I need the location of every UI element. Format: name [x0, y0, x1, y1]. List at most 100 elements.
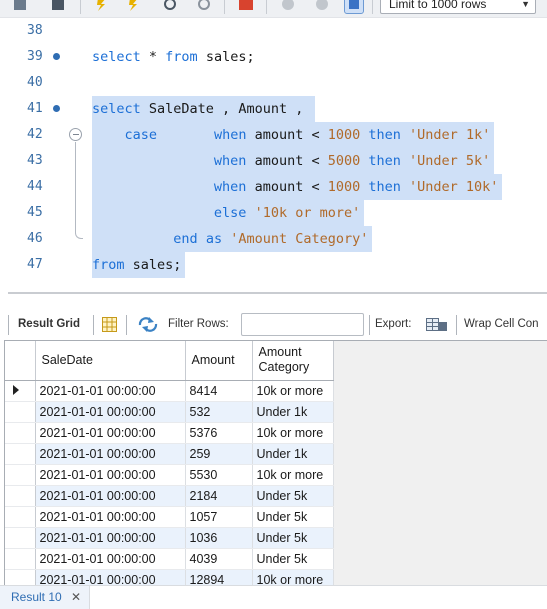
filter-rows-input[interactable] — [241, 313, 364, 336]
sql-editor[interactable]: 38 39 select * from sales; 40 41 select SaleD… — [0, 18, 547, 286]
row-marker[interactable] — [5, 464, 36, 486]
cell-amount-category[interactable]: Under 5k — [252, 485, 334, 507]
grid-view-icon[interactable] — [102, 317, 117, 332]
cell-amount[interactable]: 1057 — [185, 506, 253, 528]
explain-icon[interactable] — [160, 0, 180, 14]
result-grid-button[interactable]: Result Grid — [18, 318, 80, 330]
result-grid[interactable]: SaleDate Amount Amount Category 2021-01-… — [4, 340, 547, 585]
table-row[interactable]: 2021-01-01 00:00:00 1036 Under 5k — [5, 527, 334, 549]
cell-amount-category[interactable]: Under 1k — [252, 401, 334, 423]
cell-saledate[interactable]: 2021-01-01 00:00:00 — [35, 422, 186, 444]
panel-splitter[interactable] — [0, 286, 547, 306]
chevron-down-icon: ▼ — [521, 0, 530, 9]
cell-amount-category[interactable]: Under 1k — [252, 443, 334, 465]
filter-rows-label: Filter Rows: — [168, 318, 229, 330]
code-token: else — [213, 205, 247, 221]
editor-line[interactable]: 43 when amount < 5000 then 'Under 5k' — [0, 148, 547, 174]
cell-amount-category[interactable]: 10k or more — [252, 569, 334, 585]
code-token: amount < — [246, 179, 328, 195]
commit-icon[interactable] — [278, 0, 298, 14]
cell-saledate[interactable]: 2021-01-01 00:00:00 — [35, 401, 186, 423]
cell-amount-category[interactable]: 10k or more — [252, 422, 334, 444]
cell-amount[interactable]: 5530 — [185, 464, 253, 486]
table-row[interactable]: 2021-01-01 00:00:00 4039 Under 5k — [5, 548, 334, 570]
code-token: end — [173, 231, 198, 247]
cell-amount-category[interactable]: 10k or more — [252, 380, 334, 402]
row-marker[interactable] — [5, 422, 36, 444]
cell-saledate[interactable]: 2021-01-01 00:00:00 — [35, 380, 186, 402]
result-tab[interactable]: Result 10 ✕ — [0, 586, 91, 609]
autocommit-icon[interactable] — [344, 0, 364, 14]
editor-line[interactable]: 39 select * from sales; — [0, 44, 547, 70]
table-row[interactable]: 2021-01-01 00:00:00 259 Under 1k — [5, 443, 334, 465]
close-icon[interactable]: ✕ — [71, 590, 81, 604]
row-marker[interactable] — [5, 527, 36, 549]
editor-line[interactable]: 45 else '10k or more' — [0, 200, 547, 226]
execute-current-icon[interactable] — [124, 0, 144, 14]
cell-saledate[interactable]: 2021-01-01 00:00:00 — [35, 548, 186, 570]
cell-saledate[interactable]: 2021-01-01 00:00:00 — [35, 443, 186, 465]
line-number: 46 — [27, 231, 43, 246]
export-label: Export: — [375, 318, 412, 330]
cell-saledate[interactable]: 2021-01-01 00:00:00 — [35, 485, 186, 507]
row-marker[interactable] — [5, 569, 36, 585]
export-icon[interactable] — [426, 317, 448, 332]
cell-amount-category[interactable]: Under 5k — [252, 506, 334, 528]
row-marker[interactable] — [5, 401, 36, 423]
cell-amount[interactable]: 4039 — [185, 548, 253, 570]
table-row[interactable]: 2021-01-01 00:00:00 2184 Under 5k — [5, 485, 334, 507]
editor-line[interactable]: 46 end as 'Amount Category' — [0, 226, 547, 252]
cell-amount-category[interactable]: 10k or more — [252, 464, 334, 486]
statement-marker-icon — [53, 105, 60, 112]
stop-icon[interactable] — [194, 0, 214, 14]
code-text: end as 'Amount Category' — [92, 226, 373, 252]
cell-amount[interactable]: 1036 — [185, 527, 253, 549]
rollback-icon[interactable] — [312, 0, 332, 14]
cell-amount[interactable]: 259 — [185, 443, 253, 465]
stop-on-error-icon[interactable] — [236, 0, 256, 14]
result-toolbar: Result Grid Filter Rows: Export: Wrap Ce… — [0, 310, 547, 340]
save-icon[interactable] — [48, 0, 68, 14]
row-marker[interactable] — [5, 485, 36, 507]
row-marker[interactable] — [5, 443, 36, 465]
cell-saledate[interactable]: 2021-01-01 00:00:00 — [35, 569, 186, 585]
row-marker[interactable] — [5, 506, 36, 528]
editor-line[interactable]: 42 case when amount < 1000 then 'Under 1… — [0, 122, 547, 148]
column-header-amount[interactable]: Amount — [185, 341, 253, 381]
cell-amount[interactable]: 8414 — [185, 380, 253, 402]
table-row[interactable]: 2021-01-01 00:00:00 12894 10k or more — [5, 569, 334, 585]
code-text: case when amount < 1000 then 'Under 1k' — [92, 122, 495, 148]
row-limit-select[interactable]: Limit to 1000 rows ▼ — [380, 0, 536, 14]
row-marker[interactable] — [5, 380, 36, 402]
execute-icon[interactable] — [92, 0, 112, 14]
new-tab-icon[interactable] — [10, 0, 30, 14]
cell-amount[interactable]: 532 — [185, 401, 253, 423]
editor-line[interactable]: 41 select SaleDate , Amount , — [0, 96, 547, 122]
cell-amount[interactable]: 12894 — [185, 569, 253, 585]
cell-saledate[interactable]: 2021-01-01 00:00:00 — [35, 464, 186, 486]
table-row[interactable]: 2021-01-01 00:00:00 8414 10k or more — [5, 380, 334, 402]
code-token: as — [205, 231, 223, 247]
code-token: when — [213, 153, 247, 169]
column-header-amount-category[interactable]: Amount Category — [252, 341, 334, 381]
code-token: select — [92, 49, 141, 65]
editor-line[interactable]: 40 — [0, 70, 547, 96]
fold-collapse-icon[interactable] — [69, 128, 82, 141]
refresh-icon[interactable] — [137, 317, 159, 332]
cell-saledate[interactable]: 2021-01-01 00:00:00 — [35, 527, 186, 549]
table-row[interactable]: 2021-01-01 00:00:00 1057 Under 5k — [5, 506, 334, 528]
cell-amount-category[interactable]: Under 5k — [252, 527, 334, 549]
row-marker[interactable] — [5, 548, 36, 570]
editor-line[interactable]: 47 from sales; — [0, 252, 547, 278]
cell-amount[interactable]: 5376 — [185, 422, 253, 444]
cell-amount-category[interactable]: Under 5k — [252, 548, 334, 570]
table-row[interactable]: 2021-01-01 00:00:00 5376 10k or more — [5, 422, 334, 444]
table-row[interactable]: 2021-01-01 00:00:00 532 Under 1k — [5, 401, 334, 423]
editor-line[interactable]: 38 — [0, 18, 547, 44]
table-row[interactable]: 2021-01-01 00:00:00 5530 10k or more — [5, 464, 334, 486]
editor-line[interactable]: 44 when amount < 1000 then 'Under 10k' — [0, 174, 547, 200]
wrap-cell-content-label[interactable]: Wrap Cell Con — [464, 318, 539, 330]
cell-amount[interactable]: 2184 — [185, 485, 253, 507]
column-header-saledate[interactable]: SaleDate — [35, 341, 186, 381]
cell-saledate[interactable]: 2021-01-01 00:00:00 — [35, 506, 186, 528]
